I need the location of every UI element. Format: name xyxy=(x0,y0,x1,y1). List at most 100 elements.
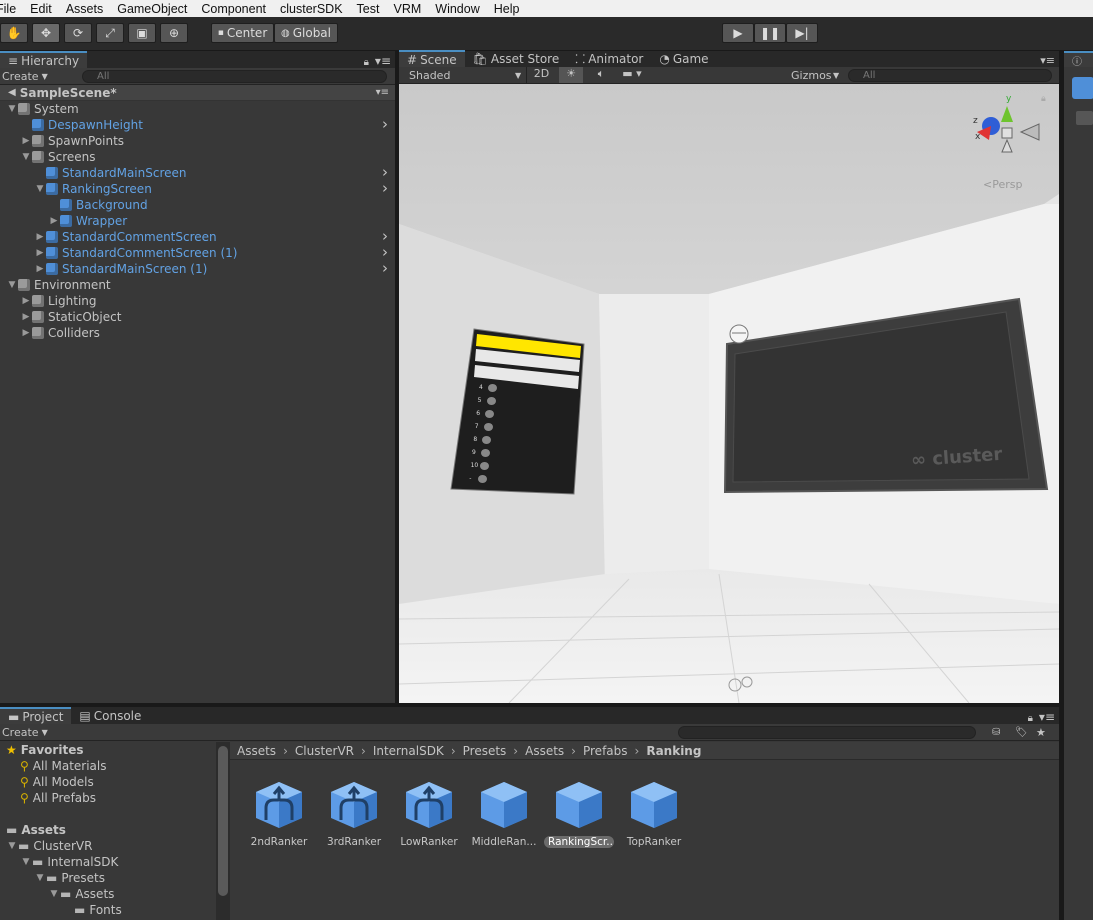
create-dropdown[interactable]: Create xyxy=(2,70,39,83)
scene-header[interactable]: ◀ SampleScene* ▾≡ xyxy=(0,85,395,101)
folder-item[interactable]: ▼ ▬ Assets xyxy=(48,886,115,902)
breadcrumb-item[interactable]: Presets xyxy=(463,744,507,758)
chevron-right-icon[interactable]: › xyxy=(382,181,388,196)
menu-item-vrm[interactable]: VRM xyxy=(393,2,421,16)
asset-item[interactable]: MiddleRan... xyxy=(469,778,539,848)
scene-search-input[interactable]: All xyxy=(848,69,1052,82)
tab-console[interactable]: ▤ Console xyxy=(71,707,149,724)
hierarchy-item[interactable]: ▶ StaticObject xyxy=(20,309,122,325)
filter-label-icon[interactable]: 🏷︎ xyxy=(1015,727,1028,738)
rect-tool-button[interactable]: ▣ xyxy=(128,23,156,43)
folder-item[interactable]: ▼ ▬ ClusterVR xyxy=(6,838,93,854)
pause-button[interactable]: ❚❚ xyxy=(754,23,786,43)
hierarchy-item[interactable]: StandardMainScreen xyxy=(34,165,187,181)
pivot-center-button[interactable]: ▪ Center xyxy=(211,23,274,43)
chevron-right-icon[interactable]: › xyxy=(382,245,388,260)
tree-scrollbar[interactable] xyxy=(216,742,230,920)
expanded-arrow-icon[interactable]: ▼ xyxy=(34,873,46,883)
hierarchy-item[interactable]: DespawnHeight xyxy=(20,117,143,133)
assets-header[interactable]: ▬ Assets xyxy=(6,822,66,838)
favorite-item[interactable]: ⚲ All Models xyxy=(20,774,94,790)
menu-item-file[interactable]: File xyxy=(0,2,16,16)
inspector-tab[interactable]: ⓘ xyxy=(1064,51,1093,68)
effects-toggle-icon[interactable]: ▬ ▾ xyxy=(617,67,647,80)
play-button[interactable]: ▶ xyxy=(722,23,754,43)
hierarchy-item[interactable]: ▼ Screens xyxy=(20,149,96,165)
hierarchy-item[interactable]: ▶ Colliders xyxy=(20,325,100,341)
step-button[interactable]: ▶| xyxy=(786,23,818,43)
asset-item[interactable]: LowRanker xyxy=(394,778,464,848)
menu-item-edit[interactable]: Edit xyxy=(30,2,52,16)
lock-icon[interactable]: 🔒︎ xyxy=(1041,94,1046,104)
transform-tool-button[interactable]: ⊕ xyxy=(160,23,188,43)
breadcrumb-item[interactable]: Prefabs xyxy=(583,744,628,758)
scene-view[interactable]: y z x <Persp 🔒︎ ∞ cluster 4 5 6 7 8 9 10- xyxy=(399,84,1059,703)
tab-hierarchy[interactable]: ≡ Hierarchy xyxy=(0,51,88,68)
move-tool-button[interactable]: ✥ xyxy=(32,23,60,43)
breadcrumb-item[interactable]: Ranking xyxy=(646,744,701,758)
tab-asset-store[interactable]: 🛍︎ Asset Store xyxy=(465,50,568,67)
favorite-star-icon[interactable]: ★ xyxy=(1036,726,1046,739)
hierarchy-item[interactable]: ▶ StandardCommentScreen xyxy=(34,229,217,245)
expanded-arrow-icon[interactable]: ▼ xyxy=(6,104,18,114)
lock-icon[interactable]: 🔒︎ xyxy=(364,57,369,68)
menu-item-test[interactable]: Test xyxy=(357,2,380,16)
asset-item[interactable]: 3rdRanker xyxy=(319,778,389,848)
tab-animator[interactable]: ⸬ Animator xyxy=(567,50,651,67)
asset-item[interactable]: 2ndRanker xyxy=(244,778,314,848)
expanded-arrow-icon[interactable]: ▼ xyxy=(6,841,18,851)
expanded-arrow-icon[interactable]: ▼ xyxy=(20,857,32,867)
breadcrumb-item[interactable]: Assets xyxy=(237,744,276,758)
folder-item[interactable]: ▼ ▬ Presets xyxy=(34,870,105,886)
chevron-right-icon[interactable]: › xyxy=(382,117,388,132)
2d-toggle[interactable]: 2D xyxy=(526,67,556,83)
collapsed-arrow-icon[interactable]: ▶ xyxy=(20,312,32,322)
asset-item[interactable]: RankingScr... xyxy=(544,778,614,848)
chevron-right-icon[interactable]: › xyxy=(382,229,388,244)
menu-item-clustersdk[interactable]: clusterSDK xyxy=(280,2,343,16)
hierarchy-item[interactable]: ▶ StandardCommentScreen (1) xyxy=(34,245,238,261)
hierarchy-item[interactable]: ▼ Environment xyxy=(6,277,111,293)
rotate-tool-button[interactable]: ⟳ xyxy=(64,23,92,43)
collapsed-arrow-icon[interactable]: ▶ xyxy=(48,216,60,226)
hierarchy-item[interactable]: ▶ Wrapper xyxy=(48,213,128,229)
favorite-item[interactable]: ⚲ All Prefabs xyxy=(20,790,96,806)
collapsed-arrow-icon[interactable]: ▶ xyxy=(34,248,46,258)
menu-item-component[interactable]: Component xyxy=(201,2,266,16)
collapsed-arrow-icon[interactable]: ▶ xyxy=(34,232,46,242)
scene-menu-icon[interactable]: ▾≡ xyxy=(376,87,389,98)
panel-menu-icon[interactable]: ▾≡ xyxy=(1040,54,1055,67)
collapsed-arrow-icon[interactable]: ▶ xyxy=(20,296,32,306)
hierarchy-item[interactable]: ▼ System xyxy=(6,101,79,117)
favorites-header[interactable]: ★ Favorites xyxy=(6,742,83,758)
menu-item-assets[interactable]: Assets xyxy=(66,2,104,16)
breadcrumb-item[interactable]: InternalSDK xyxy=(373,744,444,758)
hierarchy-item[interactable]: ▶ Lighting xyxy=(20,293,97,309)
audio-toggle-icon[interactable]: 🔈︎ xyxy=(589,67,613,81)
scale-tool-button[interactable]: ⤢ xyxy=(96,23,124,43)
hand-tool-button[interactable]: ✋ xyxy=(0,23,28,43)
panel-menu-icon[interactable]: ▾≡ xyxy=(1039,710,1055,724)
breadcrumb-item[interactable]: ClusterVR xyxy=(295,744,354,758)
open-button[interactable] xyxy=(1076,111,1093,125)
chevron-right-icon[interactable]: › xyxy=(382,261,388,276)
create-dropdown[interactable]: Create xyxy=(2,726,39,739)
collapsed-arrow-icon[interactable]: ▶ xyxy=(20,136,32,146)
menu-item-gameobject[interactable]: GameObject xyxy=(117,2,187,16)
breadcrumb-item[interactable]: Assets xyxy=(525,744,564,758)
menu-item-help[interactable]: Help xyxy=(494,2,520,16)
lock-icon[interactable]: 🔒︎ xyxy=(1028,713,1033,724)
projection-toggle[interactable]: <Persp xyxy=(983,178,1022,191)
expanded-arrow-icon[interactable]: ▼ xyxy=(6,280,18,290)
shading-dropdown[interactable]: Shaded xyxy=(409,69,450,82)
tab-project[interactable]: ▬ Project xyxy=(0,707,72,724)
hierarchy-item[interactable]: ▶ StandardMainScreen (1) xyxy=(34,261,208,277)
collapsed-arrow-icon[interactable]: ▶ xyxy=(20,328,32,338)
hierarchy-item[interactable]: ▼ RankingScreen xyxy=(34,181,152,197)
menu-item-window[interactable]: Window xyxy=(435,2,479,16)
tab-scene[interactable]: # Scene xyxy=(399,50,465,67)
chevron-right-icon[interactable]: › xyxy=(382,165,388,180)
expanded-arrow-icon[interactable]: ▼ xyxy=(48,889,60,899)
filter-type-icon[interactable]: ⛁ xyxy=(992,727,1000,738)
lighting-toggle-icon[interactable]: ☀ xyxy=(559,67,583,83)
